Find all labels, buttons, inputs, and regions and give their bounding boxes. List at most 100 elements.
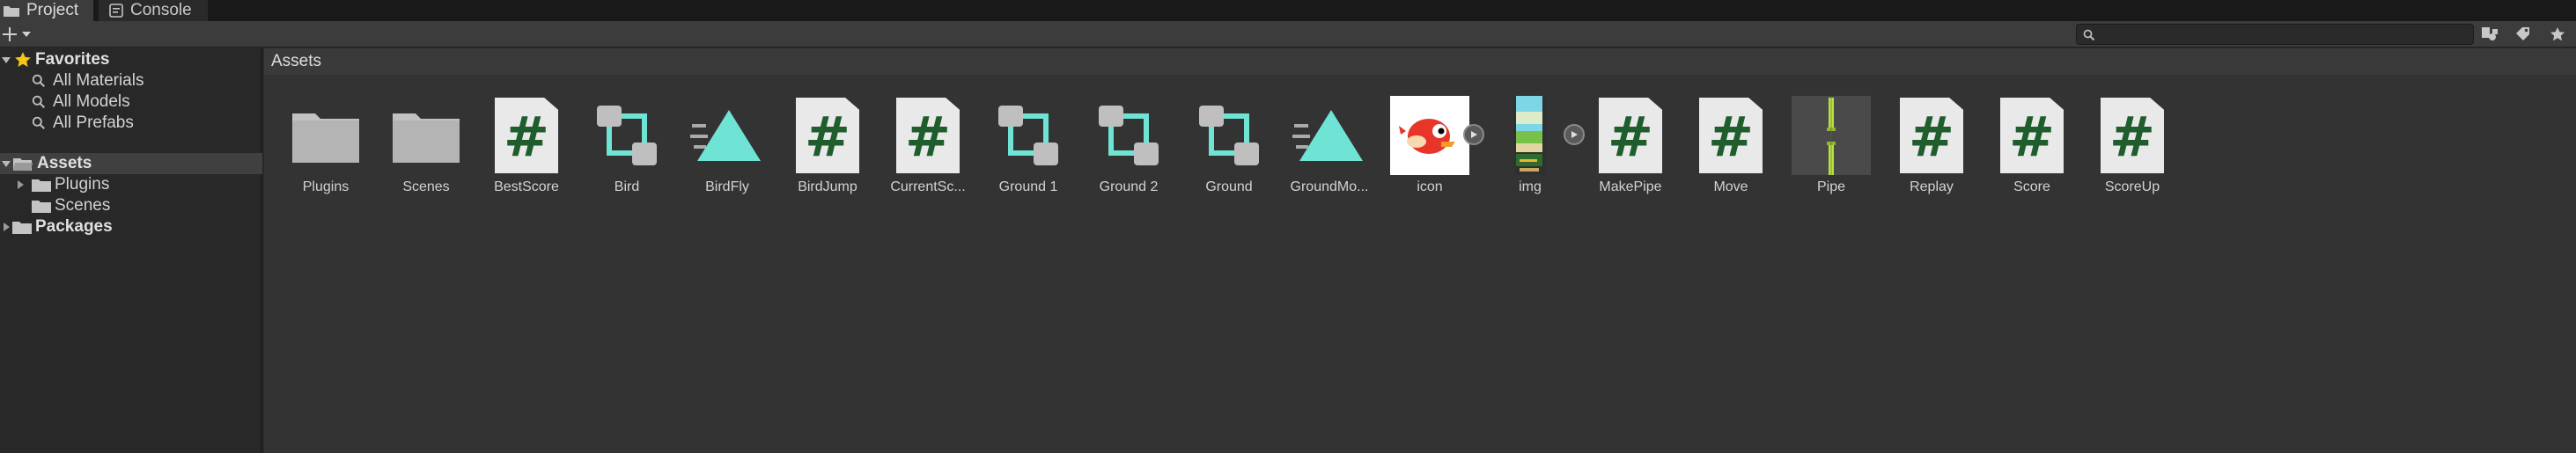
tree-item-plugins[interactable]: Plugins (0, 174, 262, 195)
folder-icon (4, 6, 19, 17)
search-icon (32, 116, 46, 130)
pipe-prefab-icon (1792, 96, 1871, 175)
console-icon (109, 4, 123, 18)
asset-label: img (1519, 179, 1542, 194)
animator-controller-icon (1189, 96, 1269, 175)
asset-label: GroundMo... (1290, 179, 1369, 194)
tree-item-label: Plugins (55, 175, 110, 194)
tree-item-favorites[interactable]: Favorites (0, 49, 262, 70)
tree-item-all-prefabs[interactable]: All Prefabs (0, 113, 262, 134)
asset-label: icon (1417, 179, 1443, 194)
asset-label: BirdFly (705, 179, 749, 194)
csharp-script-icon: # (1591, 96, 1670, 175)
folder-open-icon (12, 156, 33, 172)
tree-item-assets[interactable]: Assets (0, 153, 262, 174)
folder-icon (32, 178, 51, 192)
asset-birdfly[interactable]: BirdFly (679, 87, 776, 194)
asset-label: Ground (1205, 179, 1253, 194)
tag-icon (2516, 27, 2529, 40)
asset-plugins[interactable]: Plugins (277, 87, 374, 194)
animator-controller-icon (989, 96, 1068, 175)
asset-pipe[interactable]: Pipe (1783, 87, 1880, 194)
search-input[interactable] (2103, 25, 2464, 44)
asset-makepipe[interactable]: # MakePipe (1582, 87, 1679, 194)
tree-item-label: Scenes (55, 196, 111, 215)
asset-replay[interactable]: # Replay (1883, 87, 1980, 194)
asset-label: Plugins (302, 179, 350, 194)
tab-project-label: Project (26, 1, 79, 19)
tree-item-label: All Prefabs (53, 113, 134, 132)
packages-label: Packages (35, 217, 113, 236)
animation-clip-icon (688, 96, 767, 175)
tree-item-scenes[interactable]: Scenes (0, 195, 262, 216)
csharp-script-icon: # (1892, 96, 1971, 175)
csharp-script-icon: # (888, 96, 968, 175)
asset-label: Pipe (1816, 179, 1846, 194)
breadcrumb-assets[interactable]: Assets (271, 52, 321, 71)
project-toolbar (0, 21, 2576, 47)
csharp-script-icon: # (487, 96, 566, 175)
tab-console[interactable]: Console (99, 0, 208, 21)
window-tab-bar: Project Console (0, 0, 2576, 21)
asset-ground-2[interactable]: Ground 2 (1080, 87, 1177, 194)
plus-icon (3, 27, 17, 41)
assets-label: Assets (37, 154, 92, 172)
asset-groundmove[interactable]: GroundMo... (1281, 87, 1378, 194)
asset-label: BirdJump (798, 179, 857, 194)
folder-icon (286, 96, 365, 175)
animator-controller-icon (1089, 96, 1168, 175)
search-field[interactable] (2076, 24, 2474, 45)
asset-img[interactable]: img (1482, 87, 1585, 194)
csharp-script-icon: # (788, 96, 867, 175)
asset-browser: Assets Plugins Scenes # BestScore Bird B… (264, 48, 2576, 453)
asset-scenes[interactable]: Scenes (378, 87, 475, 194)
asset-label: Replay (1910, 179, 1954, 194)
asset-currentscore[interactable]: # CurrentSc... (880, 87, 976, 194)
asset-label: MakePipe (1599, 179, 1662, 194)
csharp-script-icon: # (1992, 96, 2072, 175)
asset-ground[interactable]: Ground (1181, 87, 1277, 194)
sprite-sheet-icon (1490, 96, 1570, 175)
asset-score[interactable]: # Score (1984, 87, 2080, 194)
bird-texture-icon (1390, 96, 1469, 175)
favorites-star-button[interactable] (2543, 24, 2572, 45)
star-icon (2550, 27, 2565, 41)
folder-icon (12, 220, 32, 234)
asset-grid: Plugins Scenes # BestScore Bird BirdFly (264, 75, 2576, 453)
breadcrumb: Assets (264, 48, 2576, 75)
tab-project[interactable]: Project (0, 0, 93, 21)
collapsed-arrow-icon[interactable] (14, 179, 26, 191)
asset-move[interactable]: # Move (1682, 87, 1779, 194)
filter-by-type-icon (2482, 27, 2498, 40)
expand-arrow-icon[interactable] (0, 54, 12, 66)
asset-label: Ground 1 (998, 179, 1058, 194)
asset-label: Move (1713, 179, 1748, 194)
search-by-label-button[interactable] (2509, 24, 2539, 45)
search-icon (2083, 29, 2095, 41)
search-by-type-button[interactable] (2476, 24, 2506, 45)
asset-label: ScoreUp (2104, 179, 2160, 194)
folder-icon (32, 199, 51, 213)
animator-controller-icon (587, 96, 666, 175)
asset-label: Bird (614, 179, 640, 194)
dropdown-arrow-icon (22, 32, 31, 37)
tree-item-packages[interactable]: Packages (0, 216, 262, 237)
asset-scoreup[interactable]: # ScoreUp (2084, 87, 2181, 194)
expand-arrow-icon[interactable] (0, 157, 12, 170)
tree-item-label: All Materials (53, 71, 144, 90)
asset-birdjump[interactable]: # BirdJump (779, 87, 876, 194)
project-tree-panel: Favorites All Materials All Models All P… (0, 48, 262, 453)
asset-ground-1[interactable]: Ground 1 (980, 87, 1077, 194)
create-asset-button[interactable] (0, 23, 33, 46)
search-icon (32, 74, 46, 88)
asset-bird[interactable]: Bird (578, 87, 675, 194)
tree-item-label: All Models (53, 92, 130, 111)
tree-item-all-models[interactable]: All Models (0, 91, 262, 113)
asset-bestscore[interactable]: # BestScore (478, 87, 575, 194)
favorites-label: Favorites (35, 50, 110, 69)
asset-label: Scenes (402, 179, 450, 194)
csharp-script-icon: # (1691, 96, 1770, 175)
collapsed-arrow-icon[interactable] (0, 221, 12, 233)
asset-icon[interactable]: icon (1381, 87, 1484, 194)
tree-item-all-materials[interactable]: All Materials (0, 70, 262, 91)
